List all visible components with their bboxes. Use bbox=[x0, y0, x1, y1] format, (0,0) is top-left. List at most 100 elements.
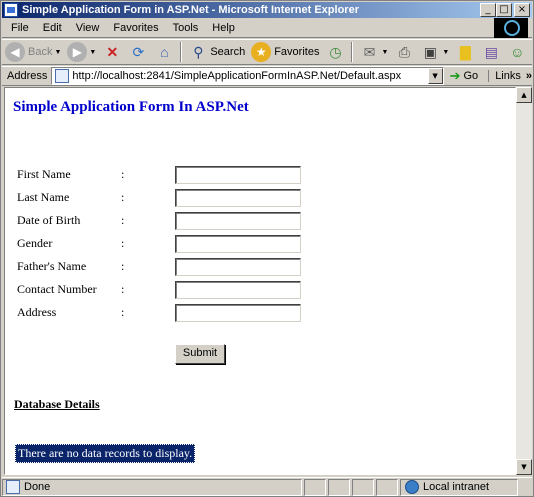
edit-page-icon: ▣ bbox=[423, 43, 437, 60]
field-label: First Name bbox=[17, 167, 71, 181]
page-done-icon bbox=[6, 480, 20, 494]
back-button[interactable]: ◀ Back ▼ bbox=[2, 41, 64, 63]
discuss-button[interactable]: ▇ bbox=[452, 41, 478, 63]
home-button[interactable]: ⌂ bbox=[151, 41, 177, 63]
vertical-scrollbar[interactable]: ▲ ▼ bbox=[516, 87, 532, 475]
menu-tools[interactable]: Tools bbox=[166, 22, 206, 34]
research-button[interactable]: ▤ bbox=[478, 41, 504, 63]
page-icon bbox=[55, 69, 70, 83]
forward-arrow-icon: ▶ bbox=[67, 42, 88, 62]
status-pane bbox=[352, 478, 374, 496]
empty-grid-message: There are no data records to display. bbox=[15, 444, 196, 463]
field-label: Father's Name bbox=[17, 259, 87, 273]
chevron-down-icon[interactable]: ▼ bbox=[442, 49, 449, 56]
submit-button[interactable]: Submit bbox=[175, 344, 225, 364]
field-label: Contact Number bbox=[17, 282, 97, 296]
links-label: Links bbox=[495, 70, 521, 82]
form-row-gender: Gender : bbox=[17, 235, 307, 253]
messenger-button[interactable]: ☺ bbox=[504, 41, 530, 63]
page-title: Simple Application Form In ASP.Net bbox=[13, 99, 249, 115]
history-icon: ◷ bbox=[329, 43, 342, 60]
field-colon: : bbox=[121, 305, 125, 319]
scroll-down-icon[interactable]: ▼ bbox=[516, 459, 532, 475]
form-row-address: Address : bbox=[17, 304, 307, 322]
mail-icon: ✉ bbox=[363, 43, 376, 60]
address-input[interactable]: http://localhost:2841/SimpleApplicationF… bbox=[51, 67, 444, 85]
research-book-icon: ▤ bbox=[484, 43, 498, 60]
security-zone[interactable]: Local intranet bbox=[400, 478, 518, 496]
date-of-birth-input[interactable] bbox=[175, 212, 301, 230]
form-row-contact-number: Contact Number : bbox=[17, 281, 307, 299]
toolbar: ◀ Back ▼ ▶ ▼ ✕ ⟳ ⌂ ⚲ Search ★ Favorites … bbox=[2, 39, 532, 65]
print-icon: ⎙ bbox=[398, 43, 410, 60]
title-bar[interactable]: Simple Application Form in ASP.Net - Mic… bbox=[2, 2, 532, 18]
messenger-icon: ☺ bbox=[510, 44, 525, 60]
menu-view[interactable]: View bbox=[69, 22, 107, 34]
forward-button[interactable]: ▶ ▼ bbox=[64, 41, 99, 63]
maximize-button[interactable]: □ bbox=[496, 3, 512, 17]
go-button[interactable]: ➔ Go bbox=[450, 68, 479, 84]
chevron-down-icon[interactable]: ▼ bbox=[54, 49, 61, 56]
status-text-pane: Done bbox=[2, 478, 302, 496]
menu-edit[interactable]: Edit bbox=[36, 22, 69, 34]
go-label: Go bbox=[463, 70, 479, 82]
favorites-star-icon: ★ bbox=[251, 42, 272, 62]
window-title: Simple Application Form in ASP.Net - Mic… bbox=[22, 4, 359, 16]
chevron-down-icon[interactable]: ▼ bbox=[381, 49, 388, 56]
favorites-button[interactable]: ★ Favorites bbox=[248, 41, 322, 63]
history-button[interactable]: ◷ bbox=[322, 41, 348, 63]
form-row-first-name: First Name : bbox=[17, 166, 307, 184]
fathers-name-input[interactable] bbox=[175, 258, 301, 276]
menu-bar: File Edit View Favorites Tools Help bbox=[2, 18, 532, 38]
minimize-button[interactable]: _ bbox=[480, 3, 496, 17]
close-button[interactable]: × bbox=[514, 3, 530, 17]
field-colon: : bbox=[121, 213, 125, 227]
field-label: Last Name bbox=[17, 190, 70, 204]
chevron-right-icon: » bbox=[525, 70, 532, 82]
address-label: Address bbox=[7, 70, 48, 82]
status-pane bbox=[328, 478, 350, 496]
field-colon: : bbox=[121, 282, 125, 296]
database-details-heading: Database Details bbox=[14, 397, 100, 411]
address-bar: Address http://localhost:2841/SimpleAppl… bbox=[2, 66, 532, 86]
menu-help[interactable]: Help bbox=[205, 22, 242, 34]
chevron-down-icon[interactable]: ▼ bbox=[89, 49, 96, 56]
status-pane bbox=[376, 478, 398, 496]
field-colon: : bbox=[121, 167, 125, 181]
refresh-icon: ⟳ bbox=[132, 43, 145, 60]
address-input-field[interactable] bbox=[175, 304, 301, 322]
windows-logo-icon bbox=[494, 18, 528, 38]
page-content: Simple Application Form In ASP.Net First… bbox=[4, 87, 516, 475]
scroll-up-icon[interactable]: ▲ bbox=[516, 87, 532, 103]
contact-number-input[interactable] bbox=[175, 281, 301, 299]
back-label: Back bbox=[28, 46, 53, 58]
mail-button[interactable]: ✉ ▼ bbox=[356, 41, 391, 63]
last-name-input[interactable] bbox=[175, 189, 301, 207]
gender-input[interactable] bbox=[175, 235, 301, 253]
window-controls: _ □ × bbox=[480, 3, 530, 17]
first-name-input[interactable] bbox=[175, 166, 301, 184]
ie-page-icon bbox=[4, 3, 18, 17]
print-button[interactable]: ⎙ bbox=[391, 41, 417, 63]
field-label: Address bbox=[17, 305, 57, 319]
menu-favorites[interactable]: Favorites bbox=[106, 22, 165, 34]
refresh-button[interactable]: ⟳ bbox=[125, 41, 151, 63]
menu-file[interactable]: File bbox=[2, 22, 36, 34]
field-colon: : bbox=[121, 236, 125, 250]
field-colon: : bbox=[121, 190, 125, 204]
edit-button[interactable]: ▣ ▼ bbox=[417, 41, 452, 63]
status-pane bbox=[304, 478, 326, 496]
search-button[interactable]: ⚲ Search bbox=[185, 41, 248, 63]
toolbar-separator bbox=[180, 42, 183, 62]
address-url[interactable]: http://localhost:2841/SimpleApplicationF… bbox=[72, 70, 401, 82]
address-dropdown-icon[interactable]: ▼ bbox=[427, 68, 443, 84]
back-arrow-icon: ◀ bbox=[5, 42, 25, 62]
stop-button[interactable]: ✕ bbox=[99, 41, 125, 63]
stop-x-icon: ✕ bbox=[106, 43, 119, 60]
field-label: Gender bbox=[17, 236, 53, 250]
links-button[interactable]: Links » bbox=[488, 70, 532, 82]
browser-window: Simple Application Form in ASP.Net - Mic… bbox=[0, 0, 534, 497]
status-text: Done bbox=[24, 481, 51, 493]
status-bar: Done Local intranet bbox=[2, 477, 532, 496]
go-arrow-icon: ➔ bbox=[449, 68, 461, 83]
